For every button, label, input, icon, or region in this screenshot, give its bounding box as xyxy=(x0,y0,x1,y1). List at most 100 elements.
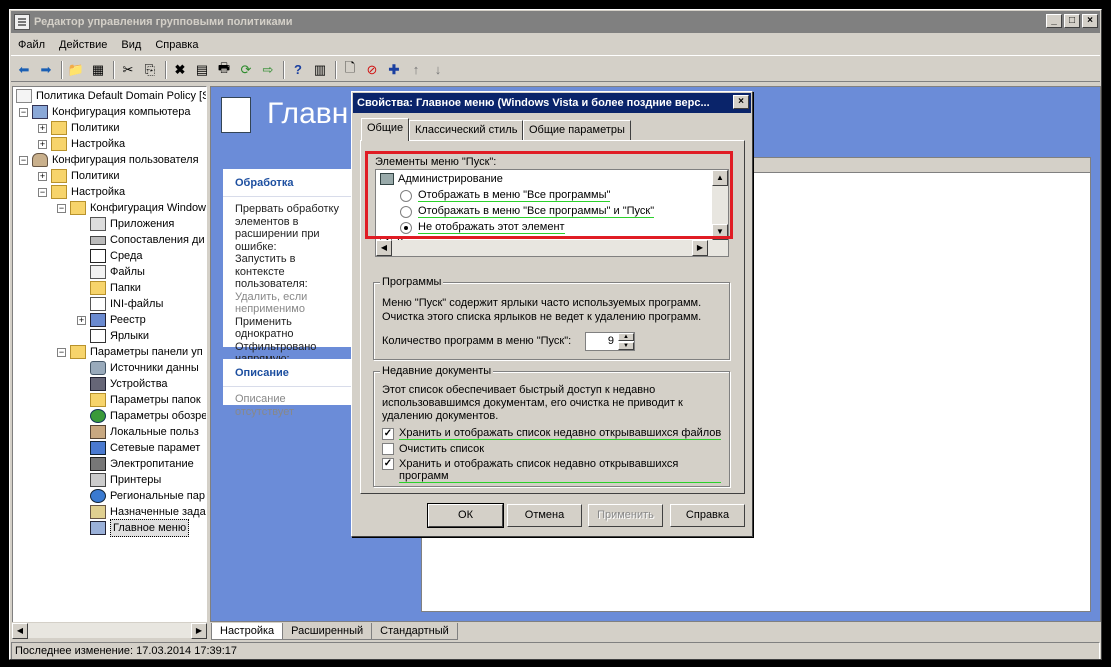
folder-options-icon xyxy=(90,393,106,407)
tree-item-user-config[interactable]: − Конфигурация пользователя xyxy=(19,152,199,168)
tree-item-environment[interactable]: Среда xyxy=(90,248,142,264)
tab-classic-style[interactable]: Классический стиль xyxy=(409,120,524,140)
dialog-close-button[interactable]: × xyxy=(733,95,749,109)
menu-file[interactable]: Файл xyxy=(11,39,52,51)
maximize-button[interactable]: □ xyxy=(1064,14,1080,28)
scroll-right-icon[interactable]: ▶ xyxy=(191,623,207,639)
forward-icon[interactable]: ➡ xyxy=(36,60,56,80)
tree-item-local-users[interactable]: Локальные польз xyxy=(90,424,199,440)
tree-horizontal-scrollbar[interactable]: ◀ ▶ xyxy=(12,622,207,639)
scroll-up-icon[interactable]: ▲ xyxy=(712,170,728,186)
tree-item-user-preferences[interactable]: − Настройка xyxy=(38,184,125,200)
tree-item-devices[interactable]: Устройства xyxy=(90,376,168,392)
scroll-right-icon[interactable]: ▶ xyxy=(692,240,708,256)
minimize-button[interactable]: _ xyxy=(1046,14,1062,28)
back-icon[interactable]: ⬅ xyxy=(14,60,34,80)
local-users-icon xyxy=(90,425,106,439)
tree-item-printers[interactable]: Принтеры xyxy=(90,472,161,488)
tree-item-scheduled-tasks[interactable]: Назначенные зада xyxy=(90,504,206,520)
tree-item-power-options[interactable]: Электропитание xyxy=(90,456,194,472)
tree-item-computer-policies[interactable]: + Политики xyxy=(38,120,120,136)
collapse-icon[interactable]: − xyxy=(57,347,66,357)
expand-icon[interactable]: + xyxy=(38,123,47,133)
tab-common-options[interactable]: Общие параметры xyxy=(523,120,631,140)
list-item[interactable]: Администрирование xyxy=(380,173,503,185)
tree-item-computer-config[interactable]: − Конфигурация компьютера xyxy=(19,104,190,120)
tree-item-registry[interactable]: + Реестр xyxy=(77,312,146,328)
move-down-icon[interactable]: ↓ xyxy=(428,60,448,80)
menu-view[interactable]: Вид xyxy=(114,39,148,51)
scroll-down-icon[interactable]: ▼ xyxy=(712,224,728,240)
expand-icon[interactable]: + xyxy=(77,315,86,325)
tree-item-regional-options[interactable]: Региональные пар xyxy=(90,488,205,504)
menu-help[interactable]: Справка xyxy=(148,39,205,51)
tab-preferences[interactable]: Настройка xyxy=(211,623,284,640)
tree-item-computer-preferences[interactable]: + Настройка xyxy=(38,136,125,152)
spin-down-icon[interactable]: ▼ xyxy=(618,342,634,350)
tree-item-start-menu[interactable]: Главное меню xyxy=(90,519,190,537)
menu-action[interactable]: Действие xyxy=(52,39,114,51)
tree-item-windows-settings[interactable]: − Конфигурация Window xyxy=(57,200,206,216)
program-count-stepper[interactable]: 9 ▲ ▼ xyxy=(585,332,635,351)
cancel-button[interactable]: Отмена xyxy=(507,504,582,527)
checkbox-store-recent-files[interactable]: ✓ Хранить и отображать список недавно отк… xyxy=(382,427,722,440)
help-button[interactable]: Справка xyxy=(670,504,745,527)
apply-button[interactable]: Применить xyxy=(588,504,663,527)
add-icon[interactable]: ✚ xyxy=(384,60,404,80)
move-up-icon[interactable]: ↑ xyxy=(406,60,426,80)
tree-item-files[interactable]: Файлы xyxy=(90,264,145,280)
tree-item-data-sources[interactable]: Источники данны xyxy=(90,360,199,376)
expand-icon[interactable]: + xyxy=(38,171,47,181)
collapse-icon[interactable]: − xyxy=(19,155,28,165)
tree-item-network-options[interactable]: Сетевые парамет xyxy=(90,440,200,456)
collapse-icon[interactable]: − xyxy=(19,107,28,117)
tree-root[interactable]: Политика Default Domain Policy [S xyxy=(16,88,206,104)
copy-icon[interactable]: ⎘ xyxy=(140,60,160,80)
show-tree-icon[interactable]: ▦ xyxy=(88,60,108,80)
delete-icon[interactable]: ✖ xyxy=(170,60,190,80)
description-heading: Описание xyxy=(223,359,353,387)
radio-do-not-display[interactable]: Не отображать этот элемент xyxy=(400,221,565,234)
tree-item-internet-settings[interactable]: Параметры обозре xyxy=(90,408,206,424)
collapse-icon[interactable]: − xyxy=(57,203,66,213)
checkbox-clear-list[interactable]: Очистить список xyxy=(382,443,484,455)
user-icon xyxy=(32,153,48,167)
tree-item-drive-maps[interactable]: Сопоставления ди xyxy=(90,232,205,248)
spin-up-icon[interactable]: ▲ xyxy=(618,333,634,341)
tree-item-user-policies[interactable]: + Политики xyxy=(38,168,120,184)
programs-legend: Программы xyxy=(380,276,444,288)
export-icon[interactable]: ⇨ xyxy=(258,60,278,80)
tree-item-folders[interactable]: Папки xyxy=(90,280,141,296)
scroll-left-icon[interactable]: ◀ xyxy=(12,623,28,639)
tab-standard[interactable]: Стандартный xyxy=(371,623,458,640)
start-menu-items-list[interactable]: Администрирование Отображать в меню "Все… xyxy=(375,169,729,257)
folder-icon xyxy=(90,281,106,295)
action-pane-icon[interactable]: ▥ xyxy=(310,60,330,80)
up-folder-icon[interactable]: 📁 xyxy=(66,60,86,80)
radio-show-all-programs[interactable]: Отображать в меню "Все программы" xyxy=(400,189,611,202)
close-button[interactable]: × xyxy=(1082,14,1098,28)
collapse-icon[interactable]: − xyxy=(38,187,47,197)
tab-extended[interactable]: Расширенный xyxy=(282,623,373,640)
processing-panel: Обработка Прервать обработку элементов в… xyxy=(223,169,353,365)
print-icon[interactable]: 🖶 xyxy=(214,60,234,80)
tree-item-folder-options[interactable]: Параметры папок xyxy=(90,392,201,408)
tree-item-control-panel[interactable]: − Параметры панели уп xyxy=(57,344,203,360)
radio-show-all-programs-and-start[interactable]: Отображать в меню "Все программы" и "Пус… xyxy=(400,205,655,218)
properties-icon[interactable]: ▤ xyxy=(192,60,212,80)
help-icon[interactable]: ? xyxy=(288,60,308,80)
ok-button[interactable]: ОК xyxy=(427,503,504,528)
new-item-icon[interactable]: 🗋 xyxy=(340,60,360,80)
stop-icon[interactable]: ⊘ xyxy=(362,60,382,80)
tree-item-shortcuts[interactable]: Ярлыки xyxy=(90,328,149,344)
list-vertical-scrollbar[interactable]: ▲ ▼ xyxy=(712,170,728,240)
list-horizontal-scrollbar[interactable]: ◀ ▶ xyxy=(376,240,728,256)
checkbox-store-recent-programs[interactable]: ✓ Хранить и отображать список недавно отк… xyxy=(382,458,721,483)
tree-item-applications[interactable]: Приложения xyxy=(90,216,174,232)
tab-general[interactable]: Общие xyxy=(361,118,410,141)
scroll-left-icon[interactable]: ◀ xyxy=(376,240,392,256)
refresh-icon[interactable]: ⟳ xyxy=(236,60,256,80)
tree-item-ini-files[interactable]: INI-файлы xyxy=(90,296,163,312)
cut-icon[interactable]: ✂ xyxy=(118,60,138,80)
expand-icon[interactable]: + xyxy=(38,139,47,149)
